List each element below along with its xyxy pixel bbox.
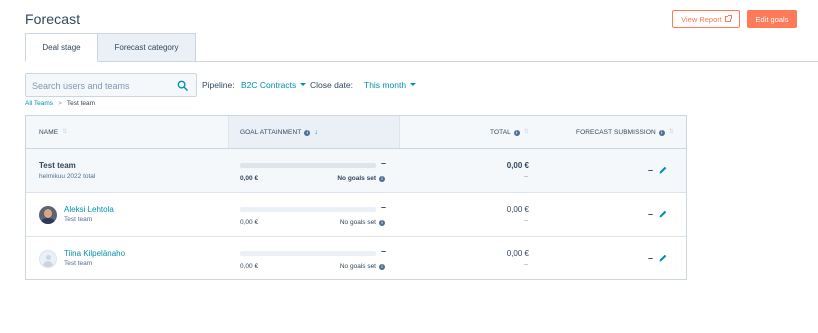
user-name-link[interactable]: Aleksi Lehtola — [64, 205, 114, 214]
avatar-placeholder-head — [46, 255, 51, 260]
total-value: 0,00 € — [506, 249, 529, 258]
total-value: 0,00 € — [506, 205, 529, 214]
chevron-down-icon — [410, 83, 417, 87]
submission-value: – — [647, 165, 653, 175]
goal-status-text: No goals set — [339, 219, 376, 226]
search-icon[interactable] — [177, 80, 188, 91]
avatar — [39, 250, 57, 268]
pipeline-dropdown[interactable]: B2C Contracts — [241, 80, 307, 90]
column-goal-attainment-label: GOAL ATTAINMENT — [240, 129, 302, 136]
pipeline-value: B2C Contracts — [241, 80, 297, 90]
info-icon[interactable]: i — [304, 129, 311, 136]
goal-status-text: No goals set — [337, 175, 376, 182]
goal-status: No goals set i — [340, 219, 385, 226]
view-report-button[interactable]: View Report — [672, 10, 740, 28]
tabs-divider — [25, 61, 818, 62]
sort-icon: ⇅ — [62, 129, 68, 135]
pencil-icon[interactable] — [658, 253, 668, 263]
submission-value: – — [647, 253, 653, 263]
total-sub: – — [524, 173, 528, 180]
close-date-label: Close date: — [310, 80, 353, 90]
column-forecast-submission-label: FORECAST SUBMISSION — [576, 129, 656, 136]
total-value: 0,00 € — [506, 161, 529, 170]
user-team: Test team — [64, 260, 93, 267]
close-date-value: This month — [364, 80, 407, 90]
tab-forecast-category[interactable]: Forecast category — [98, 33, 196, 62]
sort-icon: ⇅ — [668, 129, 674, 135]
goal-dash: – — [381, 158, 387, 168]
info-icon[interactable]: i — [658, 129, 665, 136]
team-subtitle: helmikuu 2022 total — [39, 173, 96, 180]
goal-progress-bar — [240, 163, 376, 168]
external-link-icon — [724, 15, 732, 22]
info-icon[interactable]: i — [379, 175, 385, 182]
page-title: Forecast — [25, 11, 81, 27]
breadcrumb-separator: > — [58, 100, 62, 107]
tab-bar: Deal stage Forecast category — [25, 33, 196, 62]
goal-status-text: No goals set — [339, 263, 376, 270]
table-header: NAME ⇅ GOAL ATTAINMENT i ↓ TOTAL i ⇅ FOR… — [26, 116, 686, 149]
column-name[interactable]: NAME ⇅ — [39, 129, 67, 136]
total-sub: – — [524, 261, 528, 268]
goal-status: No goals set i — [337, 175, 385, 182]
column-total[interactable]: TOTAL i ⇅ — [490, 129, 529, 136]
forecast-table: NAME ⇅ GOAL ATTAINMENT i ↓ TOTAL i ⇅ FOR… — [25, 115, 687, 280]
tab-deal-stage[interactable]: Deal stage — [25, 33, 98, 62]
goal-dash: – — [381, 246, 387, 256]
breadcrumb-all-teams[interactable]: All Teams — [25, 100, 53, 107]
goal-value: 0,00 € — [240, 219, 259, 226]
column-forecast-submission[interactable]: FORECAST SUBMISSION i ⇅ — [576, 129, 674, 136]
breadcrumb-current: Test team — [66, 100, 96, 107]
breadcrumb: All Teams > Test team — [25, 100, 95, 107]
user-team: Test team — [64, 216, 93, 223]
goal-status: No goals set i — [340, 263, 385, 270]
view-report-label: View Report — [681, 14, 722, 24]
submission-value: – — [647, 209, 653, 219]
close-date-dropdown[interactable]: This month — [364, 80, 417, 90]
chevron-down-icon — [300, 83, 307, 87]
avatar-placeholder-body — [43, 261, 53, 267]
team-row: Test team helmikuu 2022 total – 0,00 € N… — [26, 149, 686, 193]
goal-dash: – — [381, 202, 387, 212]
team-name: Test team — [39, 161, 76, 170]
table-row: Tiina Kilpelänaho Test team – 0,00 € No … — [26, 237, 686, 280]
info-icon[interactable]: i — [513, 129, 520, 136]
goal-progress-bar — [240, 207, 376, 212]
info-icon[interactable]: i — [379, 263, 385, 270]
goal-value: 0,00 € — [240, 263, 259, 270]
search-box — [25, 73, 197, 97]
search-input[interactable] — [32, 78, 172, 93]
table-row: Aleksi Lehtola Test team – 0,00 € No goa… — [26, 193, 686, 237]
avatar — [39, 206, 57, 224]
avatar-body — [41, 218, 55, 224]
user-name-link[interactable]: Tiina Kilpelänaho — [64, 249, 125, 258]
column-name-label: NAME — [39, 129, 59, 136]
goal-value: 0,00 € — [240, 175, 259, 182]
goal-progress-bar — [240, 251, 376, 256]
column-goal-attainment[interactable]: GOAL ATTAINMENT i ↓ — [240, 129, 318, 136]
avatar-face — [44, 209, 52, 218]
column-total-label: TOTAL — [490, 129, 511, 136]
total-sub: – — [524, 217, 528, 224]
sort-descending-icon: ↓ — [314, 129, 318, 136]
info-icon[interactable]: i — [379, 219, 385, 226]
pencil-icon[interactable] — [658, 209, 668, 219]
edit-goals-button[interactable]: Edit goals — [747, 10, 797, 28]
pipeline-label: Pipeline: — [202, 80, 235, 90]
pencil-icon[interactable] — [658, 165, 668, 175]
sort-icon: ⇅ — [523, 129, 529, 135]
